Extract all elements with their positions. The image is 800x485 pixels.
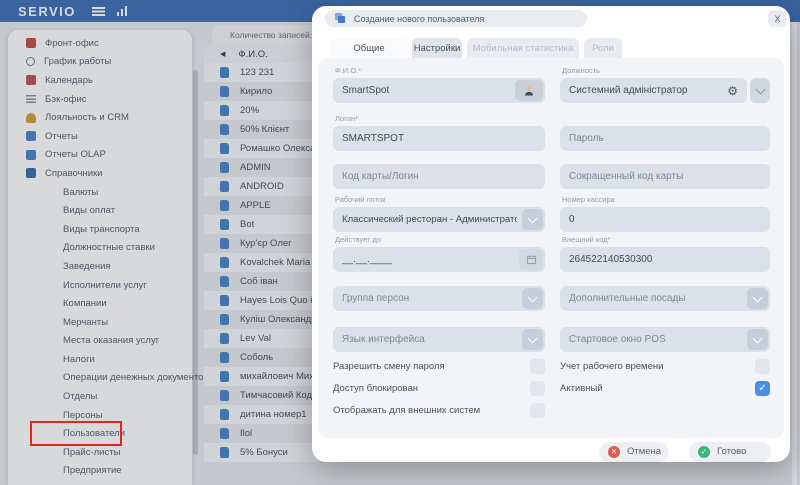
chevron-down-icon[interactable] — [747, 329, 768, 350]
cashier-number-field: Номер кассира — [560, 195, 770, 232]
valid-until-input[interactable] — [333, 247, 545, 272]
person-group-select — [333, 286, 545, 311]
done-button[interactable]: ✓ Готово — [690, 442, 770, 461]
short-card-code-input[interactable] — [560, 164, 770, 189]
workflow-input[interactable] — [333, 207, 545, 232]
external-code-input[interactable] — [560, 247, 770, 272]
ui-language-select — [333, 327, 545, 352]
fio-input[interactable] — [333, 78, 545, 103]
login-field: Логин* — [333, 114, 545, 151]
password-field — [560, 126, 770, 151]
general-tab-panel: Ф.И.О.* Должность ⚙ Логин* — [318, 58, 784, 438]
fio-field: Ф.И.О.* — [333, 66, 545, 103]
active-row: Активный — [560, 380, 770, 396]
card-code-field — [333, 164, 545, 189]
external-code-field: Внешний код* — [560, 235, 770, 272]
gear-icon[interactable]: ⚙ — [727, 78, 738, 103]
valid-until-field: Действует до — [333, 235, 545, 272]
modal-title-bar: Создание нового пользователя — [325, 10, 587, 27]
position-input[interactable] — [560, 78, 747, 103]
access-blocked-checkbox[interactable] — [530, 381, 545, 396]
password-input[interactable] — [560, 126, 770, 151]
calendar-icon[interactable] — [519, 249, 543, 270]
show-for-external-row: Отображать для внешних систем — [333, 402, 545, 418]
tab-settings[interactable]: Настройки — [412, 38, 462, 58]
app-screen: SERVIO Фронт-офис График работы Календар… — [0, 0, 800, 485]
ui-language-input[interactable] — [333, 327, 545, 352]
create-user-modal: Создание нового пользователя X Общие Нас… — [312, 6, 790, 462]
copy-icon — [335, 13, 346, 24]
tab-general[interactable]: Общие — [330, 38, 408, 58]
chevron-down-icon[interactable] — [522, 209, 543, 230]
access-blocked-row: Доступ блокирован — [333, 380, 545, 396]
done-icon: ✓ — [698, 446, 710, 458]
close-icon[interactable]: X — [768, 10, 787, 27]
chevron-down-icon[interactable] — [522, 288, 543, 309]
user-avatar-icon[interactable] — [515, 80, 543, 101]
chevron-down-icon[interactable] — [750, 78, 770, 103]
users-highlight-box — [30, 421, 122, 446]
time-tracking-checkbox[interactable] — [755, 359, 770, 374]
tab-roles[interactable]: Роли — [584, 38, 622, 58]
chevron-down-icon[interactable] — [747, 288, 768, 309]
show-for-external-checkbox[interactable] — [530, 403, 545, 418]
modal-title: Создание нового пользователя — [354, 14, 484, 24]
active-checkbox[interactable] — [755, 381, 770, 396]
page-scrollbar[interactable] — [792, 22, 797, 485]
cancel-icon: ✕ — [608, 446, 620, 458]
short-card-code-field — [560, 164, 770, 189]
allow-password-change-row: Разрешить смену пароля — [333, 358, 545, 374]
time-tracking-row: Учет рабочего времени — [560, 358, 770, 374]
cashier-number-input[interactable] — [560, 207, 770, 232]
login-input[interactable] — [333, 126, 545, 151]
person-group-input[interactable] — [333, 286, 545, 311]
position-field: Должность ⚙ — [560, 66, 770, 103]
allow-password-change-checkbox[interactable] — [530, 359, 545, 374]
extra-positions-input[interactable] — [560, 286, 770, 311]
tab-mobile-statistics[interactable]: Мобильная статистика — [467, 38, 579, 58]
workflow-select: Рабочий поток — [333, 195, 545, 232]
extra-positions-select — [560, 286, 770, 311]
chevron-down-icon[interactable] — [522, 329, 543, 350]
pos-start-window-input[interactable] — [560, 327, 770, 352]
card-code-input[interactable] — [333, 164, 545, 189]
pos-start-window-select — [560, 327, 770, 352]
cancel-button[interactable]: ✕ Отмена — [600, 442, 668, 461]
